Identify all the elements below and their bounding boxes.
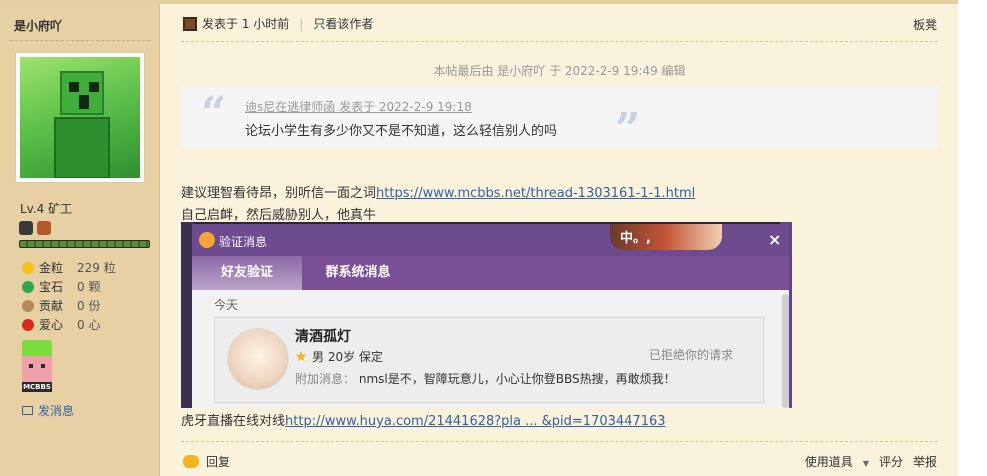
divider bbox=[181, 441, 938, 442]
author-icon bbox=[183, 16, 197, 31]
user-stats: 金粒 229 粒 宝石 0 颗 贡献 0 份 爱心 0 心 bbox=[22, 258, 116, 334]
floor-number[interactable]: 板凳 bbox=[913, 16, 937, 33]
contribution-icon bbox=[22, 299, 34, 312]
verification-dialog: 验证消息 中。, × 好友验证 群系统消息 今天 清酒孤灯 男 20岁 保定 附… bbox=[192, 224, 789, 408]
post-text: 虎牙直播在线对线 bbox=[181, 414, 286, 429]
dialog-titlebar: 验证消息 中。, × bbox=[192, 224, 789, 256]
extra-message-label: 附加消息： bbox=[295, 372, 356, 386]
mcbbs-pig-medal[interactable]: MCBBS bbox=[22, 340, 52, 392]
tab-group-messages[interactable]: 群系统消息 bbox=[302, 256, 414, 290]
post-text: 建议理智看待昂，别听信一面之词 bbox=[181, 186, 377, 201]
post-line-1: 建议理智看待昂，别听信一面之词https://www.mcbbs.net/thr… bbox=[181, 182, 695, 201]
stat-value: 0 心 bbox=[77, 318, 101, 332]
stat-label: 金粒 bbox=[39, 261, 64, 275]
creeper-mouth bbox=[79, 95, 89, 109]
stat-label: 贡献 bbox=[39, 299, 64, 313]
stat-gem: 宝石 0 颗 bbox=[22, 277, 116, 296]
close-quote-icon: ” bbox=[615, 104, 641, 155]
dialog-title: 验证消息 bbox=[219, 235, 268, 249]
reply-button[interactable]: 回复 bbox=[183, 453, 230, 470]
close-icon[interactable]: × bbox=[768, 230, 781, 249]
stat-label: 宝石 bbox=[39, 280, 64, 294]
requester-avatar bbox=[227, 328, 289, 390]
separator: | bbox=[299, 16, 304, 31]
send-message-label: 发消息 bbox=[38, 404, 75, 418]
right-margin bbox=[958, 0, 987, 476]
creeper-eye-right bbox=[89, 82, 99, 92]
extra-message-text: nmsl是不，智障玩意儿，小心让你登BBS热搜，再敢烦我！ bbox=[358, 372, 676, 386]
medal-label: MCBBS bbox=[22, 382, 52, 392]
pig-eye-right bbox=[41, 364, 45, 368]
use-item-button[interactable]: 使用道具 ▼ bbox=[795, 453, 869, 470]
stat-heart: 爱心 0 心 bbox=[22, 315, 116, 334]
creeper-head bbox=[60, 71, 104, 115]
send-message-link[interactable]: 发消息 bbox=[22, 402, 74, 419]
reply-icon bbox=[183, 455, 199, 468]
stat-gold: 金粒 229 粒 bbox=[22, 258, 116, 277]
stat-value: 0 份 bbox=[77, 299, 101, 313]
post-time: 发表于 1 小时前 bbox=[202, 17, 290, 31]
dialog-tabs: 好友验证 群系统消息 bbox=[192, 256, 789, 290]
minecart-icon bbox=[19, 221, 33, 235]
date-heading: 今天 bbox=[214, 298, 239, 312]
use-item-label: 使用道具 bbox=[804, 455, 853, 469]
stat-label: 爱心 bbox=[39, 318, 64, 332]
decoration-banner: 中。, bbox=[610, 224, 722, 250]
scrollbar[interactable] bbox=[782, 294, 789, 408]
gold-icon bbox=[22, 261, 34, 274]
thread-link[interactable]: https://www.mcbbs.net/thread-1303161-1-1… bbox=[376, 186, 695, 201]
decoration-text: 中。, bbox=[620, 231, 651, 246]
open-quote-icon: “ bbox=[201, 88, 227, 139]
username[interactable]: 是小府吖 bbox=[14, 17, 62, 34]
post-actions: 使用道具 ▼ 评分 举报 bbox=[785, 453, 937, 470]
user-sidebar: 是小府吖 Lv.4 矿工 金粒 229 粒 宝石 0 颗 贡献 0 份 爱心 0… bbox=[0, 4, 160, 476]
post-content: 发表于 1 小时前 | 只看该作者 板凳 本帖最后由 是小府吖 于 2022-2… bbox=[161, 4, 958, 476]
chevron-down-icon: ▼ bbox=[862, 459, 869, 468]
requester-name: 清酒孤灯 bbox=[295, 329, 351, 345]
medal-ribbon bbox=[22, 340, 52, 356]
level-icons bbox=[19, 221, 51, 235]
stat-contribution: 贡献 0 份 bbox=[22, 296, 116, 315]
reply-label: 回复 bbox=[206, 455, 231, 469]
embedded-screenshot[interactable]: 验证消息 中。, × 好友验证 群系统消息 今天 清酒孤灯 男 20岁 保定 附… bbox=[181, 222, 792, 408]
stream-link[interactable]: http://www.huya.com/21441628?pla ... &pi… bbox=[285, 414, 666, 429]
quote-block: “ 迪s尼在逃律师函 发表于 2022-2-9 19:18 论坛小学生有多少你又… bbox=[181, 86, 938, 155]
user-level[interactable]: Lv.4 矿工 bbox=[20, 200, 72, 217]
divider bbox=[10, 40, 150, 41]
stat-value: 0 颗 bbox=[77, 280, 101, 294]
requester-info: 男 20岁 保定 bbox=[295, 348, 383, 365]
pig-eye-left bbox=[29, 364, 33, 368]
quote-header[interactable]: 迪s尼在逃律师函 发表于 2022-2-9 19:18 bbox=[245, 98, 472, 115]
tab-friend-verification[interactable]: 好友验证 bbox=[192, 256, 302, 290]
only-author-link[interactable]: 只看该作者 bbox=[313, 15, 373, 32]
edit-note: 本帖最后由 是小府吖 于 2022-2-9 19:49 编辑 bbox=[433, 64, 686, 78]
creeper-avatar-image bbox=[20, 57, 140, 178]
requester-details: 男 20岁 保定 bbox=[312, 350, 383, 364]
request-card: 清酒孤灯 男 20岁 保定 附加消息： nmsl是不，智障玩意儿，小心让你登BB… bbox=[214, 317, 764, 403]
post-line-3: 虎牙直播在线对线http://www.huya.com/21441628?pla… bbox=[181, 410, 666, 429]
mail-icon bbox=[22, 406, 33, 415]
chest-icon bbox=[37, 221, 51, 235]
post-line-2: 自己启衅，然后威胁别人，他真牛 bbox=[181, 208, 377, 223]
stat-value: 229 粒 bbox=[77, 261, 116, 275]
extra-message: 附加消息： nmsl是不，智障玩意儿，小心让你登BBS热搜，再敢烦我！ bbox=[295, 370, 676, 387]
pig-icon bbox=[22, 356, 52, 382]
star-icon bbox=[295, 350, 307, 362]
heart-icon bbox=[22, 318, 34, 331]
avatar[interactable] bbox=[15, 52, 145, 183]
creeper-eye-left bbox=[69, 82, 79, 92]
post-header: 发表于 1 小时前 | 只看该作者 bbox=[183, 15, 373, 32]
rate-button[interactable]: 评分 bbox=[879, 453, 903, 470]
divider bbox=[181, 41, 938, 42]
experience-fill bbox=[20, 241, 149, 247]
quote-body: 论坛小学生有多少你又不是不知道，这么轻信别人的吗 bbox=[245, 124, 558, 139]
creeper-body bbox=[54, 117, 110, 178]
speaker-icon bbox=[199, 232, 215, 248]
gem-icon bbox=[22, 280, 34, 293]
experience-bar bbox=[19, 240, 150, 248]
request-status: 已拒绝你的请求 bbox=[649, 348, 734, 362]
report-button[interactable]: 举报 bbox=[913, 453, 937, 470]
